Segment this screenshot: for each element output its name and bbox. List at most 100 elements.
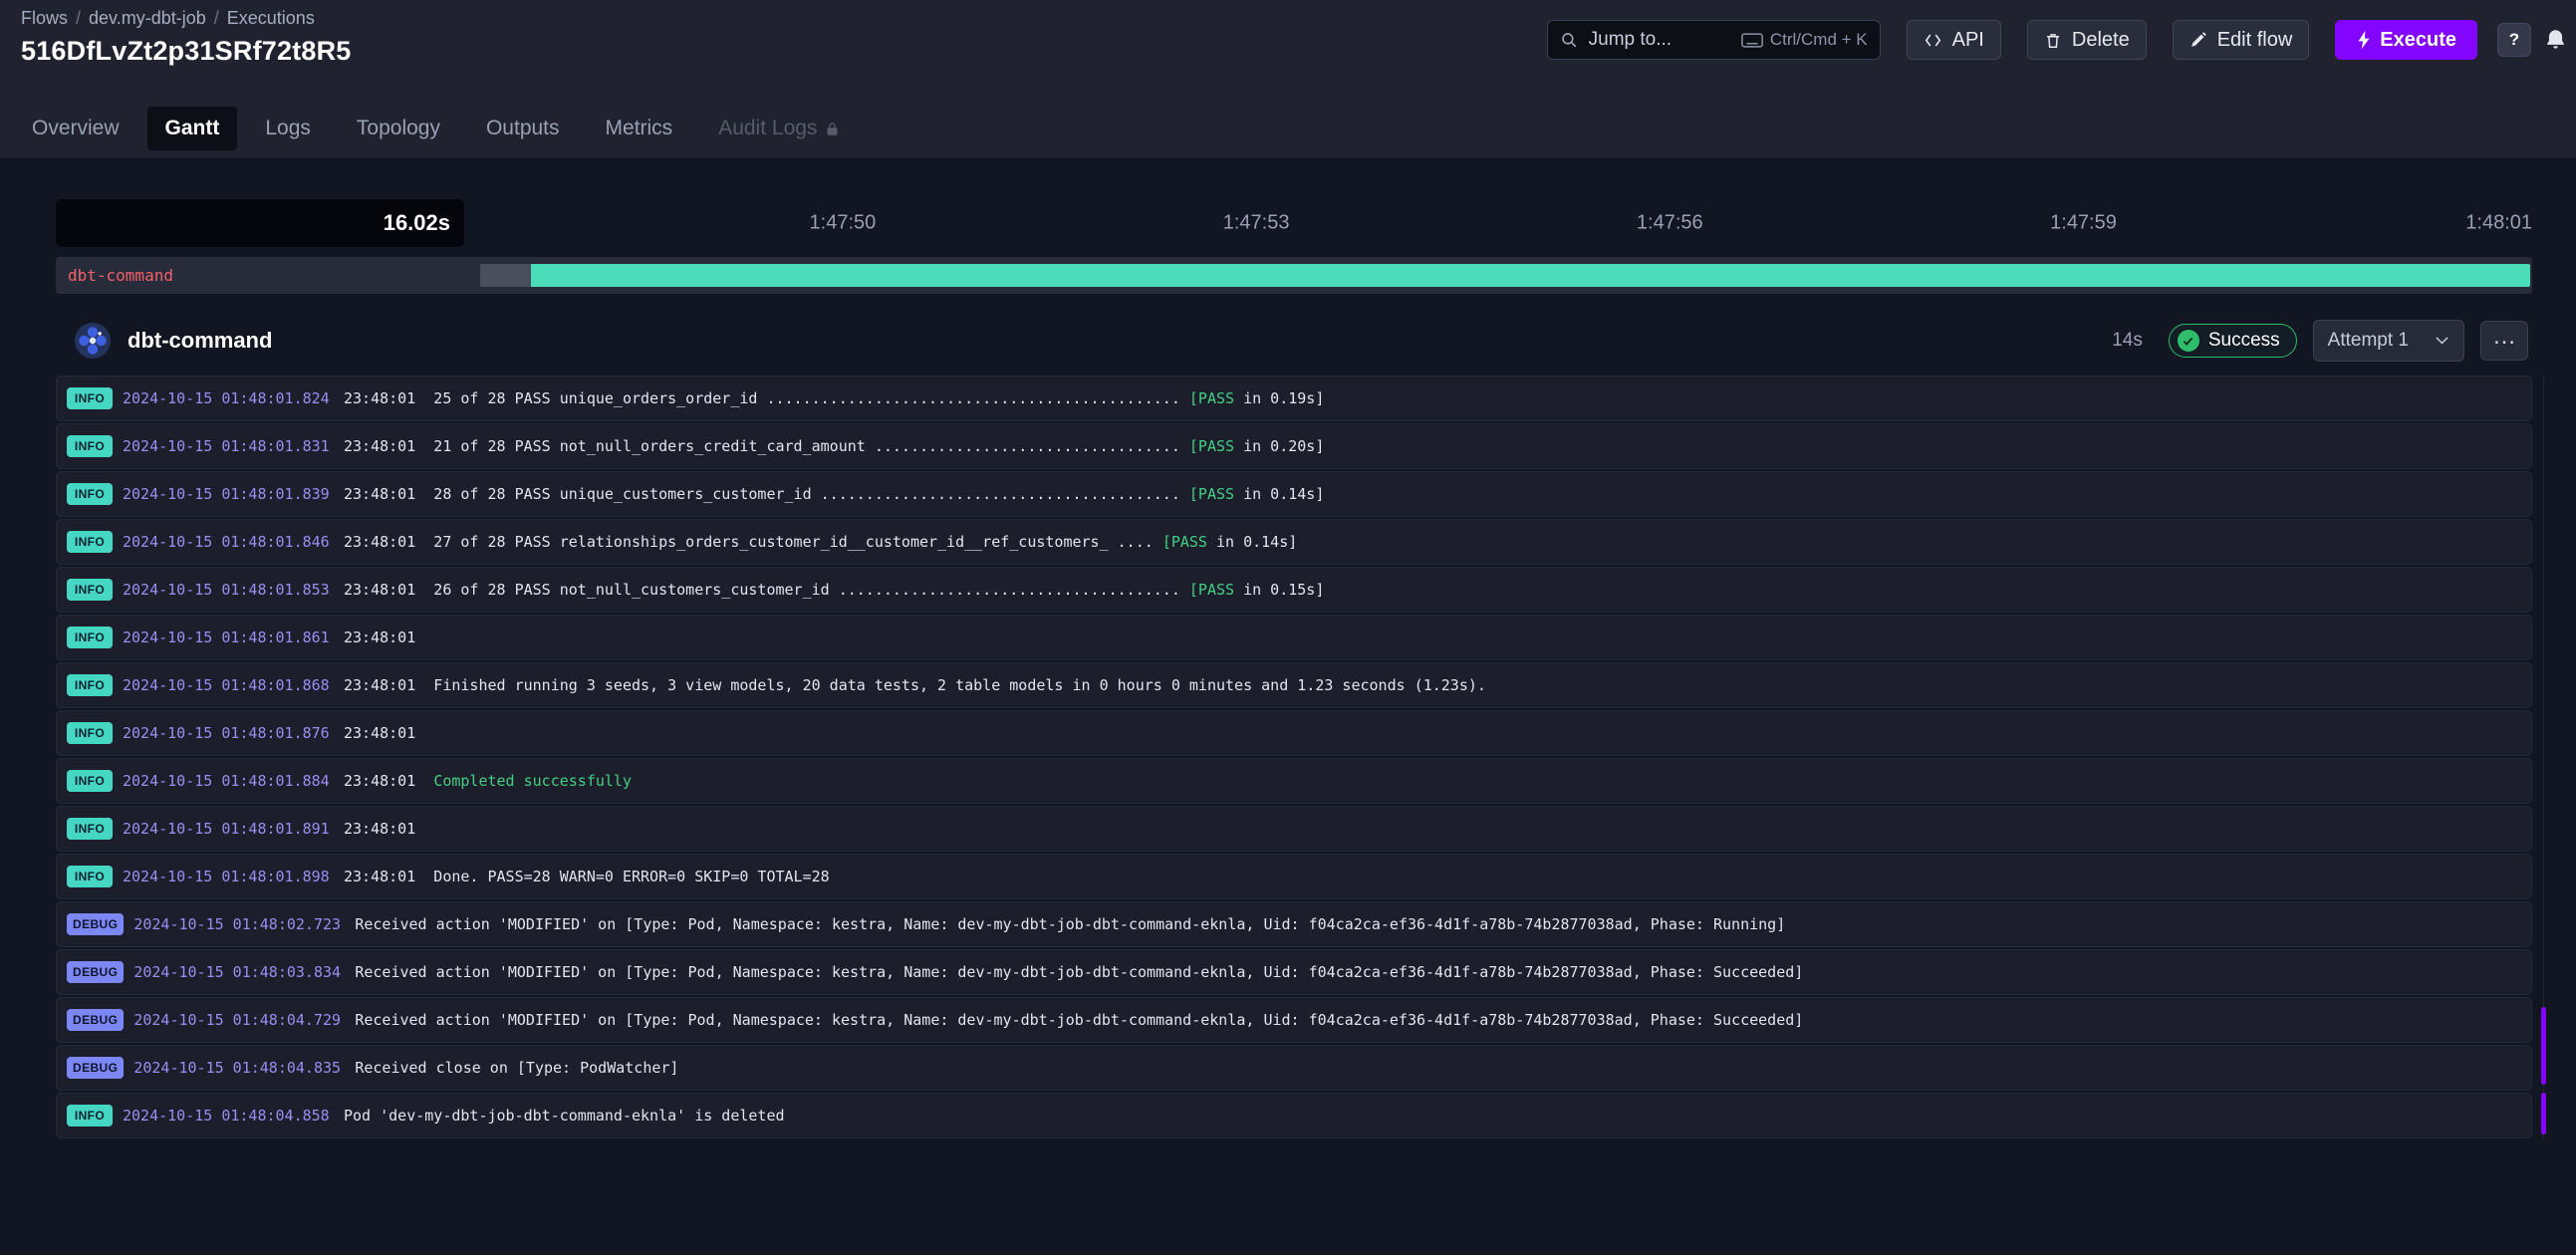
time-tick: 1:48:01	[2465, 211, 2532, 234]
tab-metrics[interactable]: Metrics	[588, 107, 691, 150]
tab-topology[interactable]: Topology	[339, 107, 458, 150]
log-message: Received close on [Type: PodWatcher]	[355, 1059, 679, 1077]
log-level-badge: DEBUG	[67, 1057, 125, 1079]
execution-id-title: 516DfLvZt2p31SRf72t8R5	[21, 36, 352, 66]
log-message: Received action 'MODIFIED' on [Type: Pod…	[355, 1011, 1804, 1029]
breadcrumb-flow-id[interactable]: dev.my-dbt-job	[89, 8, 206, 29]
chevron-down-icon	[2436, 337, 2448, 345]
time-axis: 1:47:50 1:47:53 1:47:56 1:47:59 1:48:01	[464, 199, 2532, 247]
log-timestamp: 2024-10-15 01:48:03.834	[133, 963, 342, 981]
log-row[interactable]: INFO 2024-10-15 01:48:04.858 Pod 'dev-my…	[56, 1093, 2532, 1138]
search-input[interactable]	[1586, 28, 1704, 52]
tab-outputs[interactable]: Outputs	[468, 107, 578, 150]
api-icon	[1925, 33, 1940, 47]
status-badge-label: Success	[2207, 330, 2280, 351]
keyboard-icon	[1741, 32, 1763, 48]
tab-audit-logs[interactable]: Audit Logs	[700, 107, 858, 150]
notifications-bell-icon[interactable]	[2543, 28, 2568, 53]
top-header: Flows / dev.my-dbt-job / Executions 516D…	[0, 0, 2576, 99]
log-message: 23:48:01 Finished running 3 seeds, 3 vie…	[344, 676, 1486, 694]
shortcut-hint: Ctrl/Cmd + K	[1741, 30, 1868, 50]
time-tick: 1:47:53	[1222, 211, 1290, 234]
scrollbar-thumb[interactable]	[2541, 1007, 2546, 1085]
log-timestamp: 2024-10-15 01:48:01.891	[123, 820, 330, 838]
log-row[interactable]: INFO 2024-10-15 01:48:01.898 23:48:01 Do…	[56, 854, 2532, 899]
log-timestamp: 2024-10-15 01:48:01.824	[123, 389, 330, 407]
search-icon	[1561, 33, 1576, 48]
time-tick: 1:47:56	[1636, 211, 1703, 234]
log-row[interactable]: INFO 2024-10-15 01:48:01.839 23:48:01 28…	[56, 471, 2532, 517]
execute-button-label: Execute	[2380, 28, 2456, 51]
log-row[interactable]: INFO 2024-10-15 01:48:01.884 23:48:01 Co…	[56, 758, 2532, 804]
log-level-badge: INFO	[67, 818, 113, 840]
execute-button[interactable]: Execute	[2335, 20, 2477, 60]
breadcrumb: Flows / dev.my-dbt-job / Executions	[21, 8, 352, 29]
log-timestamp: 2024-10-15 01:48:01.831	[123, 437, 330, 455]
tab-gantt[interactable]: Gantt	[146, 107, 238, 150]
attempt-dropdown[interactable]: Attempt 1	[2312, 320, 2464, 362]
time-tick: 1:47:59	[2050, 211, 2117, 234]
gantt-bar-pending-segment[interactable]	[480, 264, 531, 287]
log-row[interactable]: INFO 2024-10-15 01:48:01.831 23:48:01 21…	[56, 423, 2532, 469]
log-message: Pod 'dev-my-dbt-job-dbt-command-eknla' i…	[344, 1107, 785, 1125]
log-timestamp: 2024-10-15 01:48:01.839	[123, 485, 330, 503]
scrollbar-thumb[interactable]	[2541, 1093, 2546, 1134]
log-row[interactable]: INFO 2024-10-15 01:48:01.846 23:48:01 27…	[56, 519, 2532, 565]
status-badge: Success	[2168, 324, 2297, 358]
log-row[interactable]: INFO 2024-10-15 01:48:01.876 23:48:01	[56, 710, 2532, 756]
log-row[interactable]: INFO 2024-10-15 01:48:01.861 23:48:01	[56, 615, 2532, 660]
log-message: 23:48:01	[344, 820, 416, 838]
edit-flow-button-label: Edit flow	[2216, 28, 2293, 51]
log-level-badge: INFO	[67, 770, 113, 792]
log-timestamp: 2024-10-15 01:48:01.898	[123, 868, 330, 885]
delete-button-label: Delete	[2071, 28, 2130, 51]
log-message: 23:48:01 26 of 28 PASS not_null_customer…	[344, 581, 1325, 599]
success-check-icon	[2177, 330, 2199, 352]
log-message: 23:48:01 25 of 28 PASS unique_orders_ord…	[344, 389, 1325, 407]
log-timestamp: 2024-10-15 01:48:01.884	[123, 772, 330, 790]
delete-button[interactable]: Delete	[2026, 20, 2147, 60]
task-menu-button[interactable]: …	[2480, 321, 2528, 361]
tab-logs[interactable]: Logs	[247, 107, 329, 150]
log-timestamp: 2024-10-15 01:48:01.846	[123, 533, 330, 551]
log-row[interactable]: INFO 2024-10-15 01:48:01.824 23:48:01 25…	[56, 376, 2532, 421]
lightning-icon	[2358, 30, 2370, 50]
log-timestamp: 2024-10-15 01:48:02.723	[133, 915, 342, 933]
log-row[interactable]: INFO 2024-10-15 01:48:01.891 23:48:01	[56, 806, 2532, 852]
log-row[interactable]: DEBUG 2024-10-15 01:48:02.723 Received a…	[56, 901, 2532, 947]
gantt-task-row[interactable]: dbt-command	[56, 257, 2532, 294]
log-row[interactable]: DEBUG 2024-10-15 01:48:03.834 Received a…	[56, 949, 2532, 995]
tab-bar: Overview Gantt Logs Topology Outputs Met…	[0, 99, 2576, 159]
log-timestamp: 2024-10-15 01:48:01.861	[123, 628, 330, 646]
task-name: dbt-command	[128, 328, 273, 353]
api-button[interactable]: API	[1906, 20, 2001, 60]
jump-to-search[interactable]: Ctrl/Cmd + K	[1546, 20, 1881, 60]
log-timestamp: 2024-10-15 01:48:01.853	[123, 581, 330, 599]
gantt-bar-running-segment[interactable]	[531, 264, 2530, 287]
log-list: INFO 2024-10-15 01:48:01.824 23:48:01 25…	[56, 376, 2546, 1138]
gantt-header: 16.02s 1:47:50 1:47:53 1:47:56 1:47:59 1…	[56, 199, 2532, 247]
log-level-badge: INFO	[67, 483, 113, 505]
attempt-dropdown-value: Attempt 1	[2327, 330, 2409, 351]
breadcrumb-separator: /	[213, 8, 219, 28]
log-row[interactable]: INFO 2024-10-15 01:48:01.868 23:48:01 Fi…	[56, 662, 2532, 708]
log-row[interactable]: DEBUG 2024-10-15 01:48:04.729 Received a…	[56, 997, 2532, 1043]
log-row[interactable]: DEBUG 2024-10-15 01:48:04.835 Received c…	[56, 1045, 2532, 1091]
tab-overview[interactable]: Overview	[14, 107, 137, 150]
breadcrumb-flows[interactable]: Flows	[21, 8, 68, 29]
log-level-badge: INFO	[67, 531, 113, 553]
gantt-task-label: dbt-command	[68, 266, 173, 285]
log-level-badge: INFO	[67, 627, 113, 648]
edit-flow-button[interactable]: Edit flow	[2172, 20, 2310, 60]
log-level-badge: INFO	[67, 579, 113, 601]
log-message: 23:48:01	[344, 628, 416, 646]
log-row[interactable]: INFO 2024-10-15 01:48:01.853 23:48:01 26…	[56, 567, 2532, 613]
help-button[interactable]: ?	[2497, 23, 2531, 57]
api-button-label: API	[1951, 28, 1984, 51]
task-card-header: dbt-command 14s Success Attempt 1 …	[56, 308, 2532, 374]
log-level-badge: DEBUG	[67, 1009, 125, 1031]
breadcrumb-executions[interactable]: Executions	[227, 8, 315, 29]
task-duration: 14s	[2112, 330, 2143, 351]
log-message: 23:48:01 21 of 28 PASS not_null_orders_c…	[344, 437, 1325, 455]
log-message: 23:48:01 28 of 28 PASS unique_customers_…	[344, 485, 1325, 503]
